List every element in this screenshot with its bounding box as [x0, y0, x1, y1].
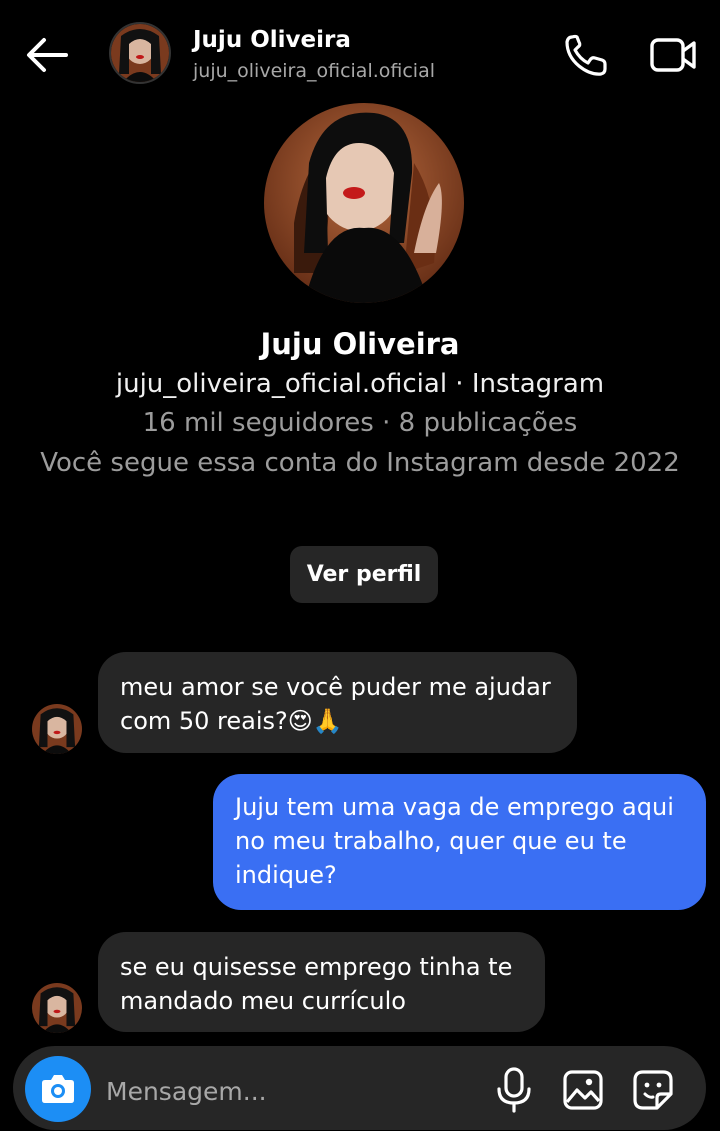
- header-name[interactable]: Juju Oliveira: [193, 27, 351, 53]
- avatar-photo: [32, 983, 82, 1033]
- microphone-icon: [497, 1067, 531, 1113]
- message-text-line: Juju tem uma vaga de emprego aqui: [235, 793, 674, 821]
- sticker-icon: [633, 1070, 673, 1110]
- back-button[interactable]: [22, 30, 72, 80]
- video-call-button[interactable]: [648, 32, 700, 78]
- message-text-line: se eu quisesse emprego tinha te: [120, 953, 513, 981]
- message-text-line: indique?: [235, 861, 337, 889]
- header-username[interactable]: juju_oliveira_oficial.oficial: [193, 60, 435, 82]
- message-text-line: no meu trabalho, quer que eu te: [235, 827, 627, 855]
- sender-avatar[interactable]: [32, 704, 82, 754]
- phone-icon: [565, 34, 607, 76]
- message-input[interactable]: [106, 1073, 466, 1109]
- message-text-line: meu amor se você puder me ajudar: [120, 673, 551, 701]
- message-text-line: mandado meu currículo: [120, 987, 406, 1015]
- video-camera-icon: [650, 38, 696, 72]
- avatar-photo: [32, 704, 82, 754]
- message-bubble-outgoing[interactable]: Juju tem uma vaga de emprego aqui no meu…: [213, 774, 706, 910]
- profile-photo-image: [264, 103, 464, 303]
- voice-message-button[interactable]: [493, 1066, 535, 1114]
- gallery-button[interactable]: [561, 1068, 605, 1112]
- back-arrow-icon: [27, 38, 68, 72]
- sticker-button[interactable]: [631, 1068, 675, 1112]
- message-bubble-incoming[interactable]: meu amor se você puder me ajudar com 50 …: [98, 652, 577, 753]
- message-text-line: com 50 reais?😍🙏: [120, 707, 343, 735]
- camera-button[interactable]: [25, 1056, 91, 1122]
- view-profile-button[interactable]: Ver perfil: [290, 546, 438, 603]
- profile-photo[interactable]: [264, 103, 464, 303]
- profile-name: Juju Oliveira: [260, 327, 460, 361]
- message-bubble-incoming[interactable]: se eu quisesse emprego tinha te mandado …: [98, 932, 545, 1032]
- profile-handle: juju_oliveira_oficial.oficial · Instagra…: [115, 369, 605, 399]
- camera-icon: [42, 1075, 74, 1103]
- gallery-icon: [563, 1070, 603, 1110]
- voice-call-button[interactable]: [560, 32, 610, 78]
- profile-follow-since: Você segue essa conta do Instagram desde…: [40, 448, 680, 478]
- avatar-photo: [111, 24, 169, 82]
- profile-stats: 16 mil seguidores · 8 publicações: [142, 408, 578, 438]
- header-avatar[interactable]: [109, 22, 171, 84]
- sender-avatar[interactable]: [32, 983, 82, 1033]
